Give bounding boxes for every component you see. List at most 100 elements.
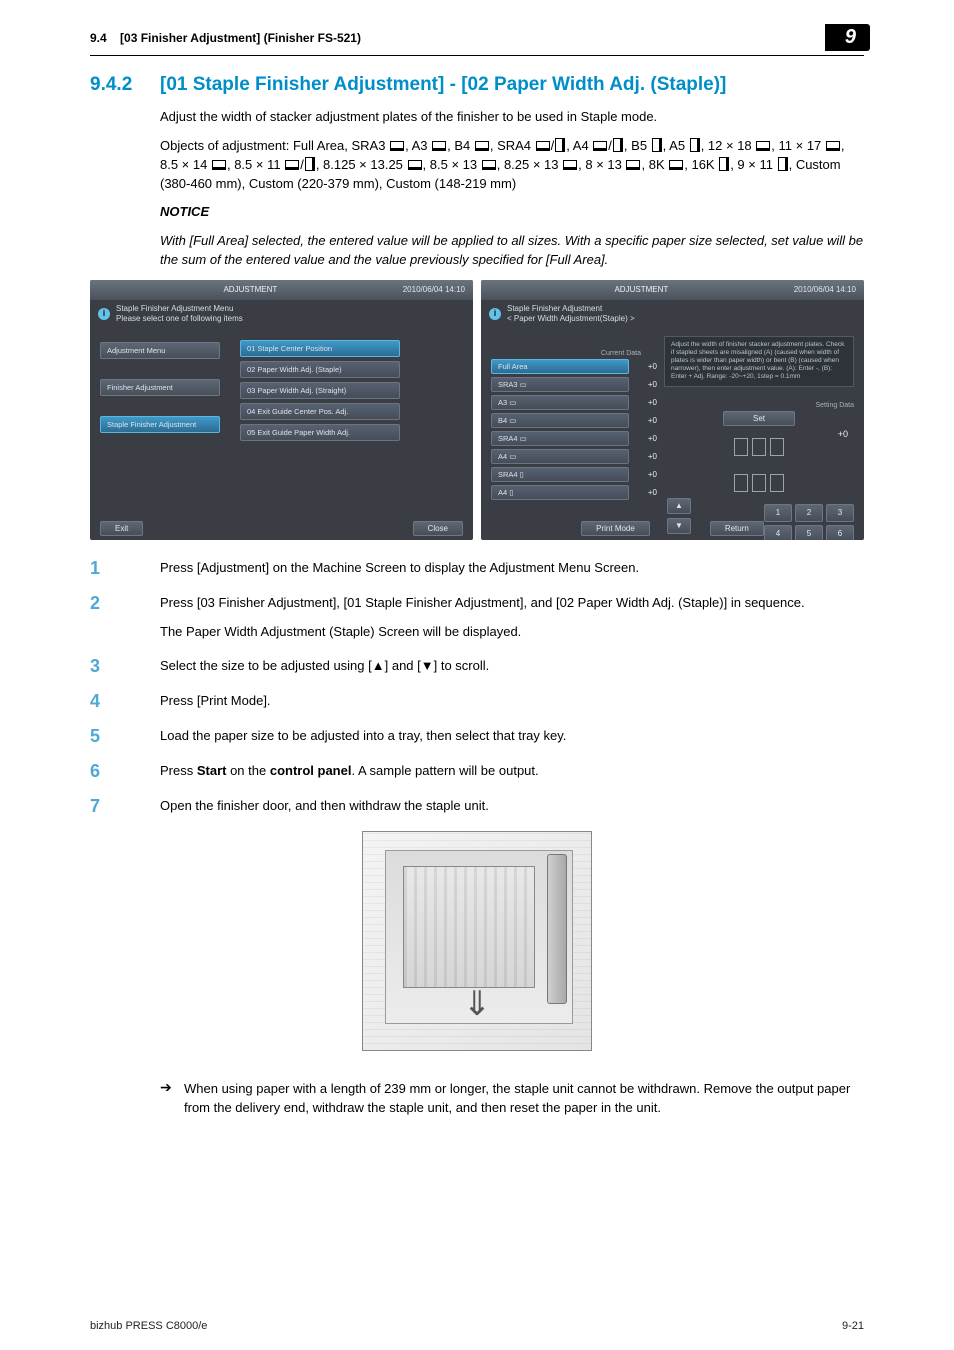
option-item[interactable]: 02 Paper Width Adj. (Staple): [240, 361, 400, 378]
alignment-diagram: [664, 468, 854, 498]
shot-sub-line2: < Paper Width Adjustment(Staple) >: [507, 314, 635, 323]
step-text: The Paper Width Adjustment (Staple) Scre…: [160, 622, 864, 642]
subsection-num: 9.4.2: [90, 74, 160, 96]
landscape-icon: [390, 141, 404, 151]
header-section: 9.4 [03 Finisher Adjustment] (Finisher F…: [90, 31, 825, 45]
screenshot-right: ADJUSTMENT 2010/06/04 14:10 i Staple Fin…: [481, 280, 864, 540]
staple-unit-illustration: ⇓: [362, 831, 592, 1051]
option-column: 01 Staple Center Position 02 Paper Width…: [240, 340, 400, 441]
option-item[interactable]: 03 Paper Width Adj. (Straight): [240, 382, 400, 399]
size-value: +0: [629, 434, 661, 443]
breadcrumb-item[interactable]: Adjustment Menu: [100, 342, 220, 359]
step-number: 5: [90, 726, 160, 747]
shot-subtitle: i Staple Finisher Adjustment Menu Please…: [90, 300, 473, 327]
shot-title: ADJUSTMENT: [614, 285, 668, 294]
print-mode-button[interactable]: Print Mode: [581, 521, 650, 536]
step-number: 7: [90, 796, 160, 817]
option-item[interactable]: 01 Staple Center Position: [240, 340, 400, 357]
keypad-key[interactable]: 1: [764, 504, 792, 522]
size-list-header: Current Data: [491, 350, 661, 357]
setting-box: Setting Data Set +0 1 2 3 4 5 6 7: [664, 402, 854, 540]
set-button[interactable]: Set: [723, 411, 795, 426]
footer-page: 9-21: [842, 1320, 864, 1332]
header-section-num: 9.4: [90, 31, 107, 45]
portrait-icon: [652, 138, 662, 152]
page-footer: bizhub PRESS C8000/e 9-21: [90, 1320, 864, 1332]
bold-term: control panel: [270, 763, 352, 778]
size-item[interactable]: A4 ▯: [491, 485, 629, 500]
notice-title: NOTICE: [160, 203, 864, 222]
portrait-icon: [613, 138, 623, 152]
landscape-icon: [669, 160, 683, 170]
header-section-title: [03 Finisher Adjustment] (Finisher FS-52…: [120, 31, 361, 45]
step-text: Open the finisher door, and then withdra…: [160, 796, 864, 816]
step-item: 2 Press [03 Finisher Adjustment], [01 St…: [90, 593, 864, 642]
size-item[interactable]: SRA3 ▭: [491, 377, 629, 392]
shot-title: ADJUSTMENT: [223, 285, 277, 294]
substep-text: When using paper with a length of 239 mm…: [184, 1079, 864, 1118]
steps-list: 1 Press [Adjustment] on the Machine Scre…: [90, 558, 864, 817]
landscape-icon: [593, 141, 607, 151]
size-item[interactable]: A4 ▭: [491, 449, 629, 464]
step-number: 3: [90, 656, 160, 677]
size-value: +0: [629, 488, 661, 497]
size-item[interactable]: B4 ▭: [491, 413, 629, 428]
info-icon: i: [98, 308, 110, 320]
size-value: +0: [629, 362, 661, 371]
step-number: 2: [90, 593, 160, 642]
size-value: +0: [629, 398, 661, 407]
step-number: 1: [90, 558, 160, 579]
portrait-icon: [778, 157, 788, 171]
exit-button[interactable]: Exit: [100, 521, 143, 536]
step-text: Select the size to be adjusted using [▲]…: [160, 656, 864, 676]
keypad-key[interactable]: 2: [795, 504, 823, 522]
landscape-icon: [475, 141, 489, 151]
step-item: 4 Press [Print Mode].: [90, 691, 864, 712]
intro-p1: Adjust the width of stacker adjustment p…: [160, 108, 864, 127]
portrait-icon: [555, 138, 565, 152]
screenshot-left: ADJUSTMENT 2010/06/04 14:10 i Staple Fin…: [90, 280, 473, 540]
return-button[interactable]: Return: [710, 521, 764, 536]
portrait-icon: [719, 157, 729, 171]
landscape-icon: [212, 160, 226, 170]
info-icon: i: [489, 308, 501, 320]
size-item[interactable]: SRA4 ▯: [491, 467, 629, 482]
subsection-heading: 9.4.2 [01 Staple Finisher Adjustment] - …: [90, 74, 864, 96]
substep-block: ➔ When using paper with a length of 239 …: [90, 1079, 864, 1118]
size-item[interactable]: A3 ▭: [491, 395, 629, 410]
size-item-selected[interactable]: Full Area: [491, 359, 629, 374]
close-button[interactable]: Close: [413, 521, 463, 536]
step-number: 4: [90, 691, 160, 712]
option-item[interactable]: 04 Exit Guide Center Pos. Adj.: [240, 403, 400, 420]
landscape-icon: [826, 141, 840, 151]
arrow-bullet: ➔: [160, 1079, 184, 1118]
size-value: +0: [629, 380, 661, 389]
step-text: Press [03 Finisher Adjustment], [01 Stap…: [160, 593, 864, 613]
shot-titlebar: ADJUSTMENT 2010/06/04 14:10: [90, 280, 473, 300]
landscape-icon: [626, 160, 640, 170]
setting-label: Setting Data: [664, 402, 854, 409]
step-number: 6: [90, 761, 160, 782]
down-arrow-icon: ⇓: [463, 984, 492, 1024]
shot-subtitle: i Staple Finisher Adjustment < Paper Wid…: [481, 300, 864, 327]
keypad-key[interactable]: 3: [826, 504, 854, 522]
shot-sub-line1: Staple Finisher Adjustment Menu: [116, 304, 233, 313]
subsection-title: [01 Staple Finisher Adjustment] - [02 Pa…: [160, 74, 726, 96]
breadcrumb-item-active[interactable]: Staple Finisher Adjustment: [100, 416, 220, 433]
alignment-diagram: [664, 432, 854, 462]
step-item: 1 Press [Adjustment] on the Machine Scre…: [90, 558, 864, 579]
shot-timestamp: 2010/06/04 14:10: [794, 285, 856, 294]
notice-body: With [Full Area] selected, the entered v…: [160, 232, 864, 270]
shot-sub-line2: Please select one of following items: [116, 314, 243, 323]
size-item[interactable]: SRA4 ▭: [491, 431, 629, 446]
option-item[interactable]: 05 Exit Guide Paper Width Adj.: [240, 424, 400, 441]
step-item: 6 Press Start on the control panel. A sa…: [90, 761, 864, 782]
size-list: Current Data Full Area+0 SRA3 ▭+0 A3 ▭+0…: [491, 350, 661, 503]
shot-sub-line1: Staple Finisher Adjustment: [507, 304, 602, 313]
step-text: Load the paper size to be adjusted into …: [160, 726, 864, 746]
step-text: Press Start on the control panel. A samp…: [160, 761, 864, 781]
breadcrumb-item[interactable]: Finisher Adjustment: [100, 379, 220, 396]
info-text-box: Adjust the width of finisher stacker adj…: [664, 336, 854, 387]
step-item: 5 Load the paper size to be adjusted int…: [90, 726, 864, 747]
bold-term: Start: [197, 763, 227, 778]
